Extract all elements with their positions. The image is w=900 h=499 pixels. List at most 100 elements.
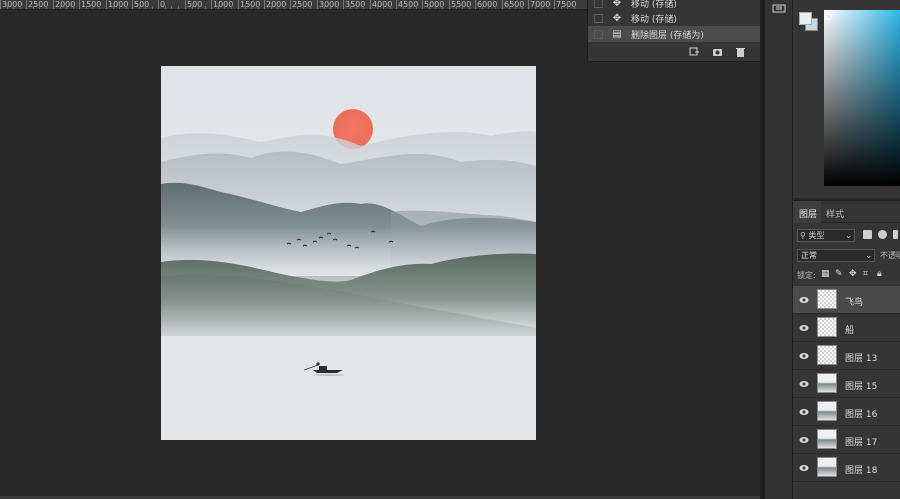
ruler-minor-tick bbox=[495, 6, 496, 9]
ruler-minor-tick bbox=[303, 6, 304, 9]
layer-row[interactable]: 图层 13 bbox=[793, 342, 900, 370]
ruler-minor-tick bbox=[145, 6, 146, 9]
history-panel: ✥ 移动 (存储) ✥ 移动 (存储) ▤ 删除图层 (存储为) bbox=[587, 0, 761, 62]
horizontal-ruler: 3000 2500 2000 1500 1000 500 0 500 1000 1500 2000 2… bbox=[0, 0, 587, 10]
ruler-minor-tick bbox=[178, 6, 179, 9]
ruler-minor-tick bbox=[482, 6, 483, 9]
ruler-minor-tick bbox=[66, 6, 67, 9]
ruler-label: 6500 bbox=[504, 0, 525, 9]
history-item[interactable]: ✥ 移动 (存储) bbox=[588, 10, 761, 26]
lock-position-icon[interactable]: ✥ bbox=[849, 270, 858, 279]
ruler-label: 3000 bbox=[319, 0, 340, 9]
ruler-minor-tick bbox=[245, 6, 246, 9]
color-picker-cursor[interactable] bbox=[825, 13, 832, 20]
ruler-minor-tick bbox=[350, 6, 351, 9]
history-checkbox[interactable] bbox=[594, 0, 603, 8]
visibility-eye-icon[interactable] bbox=[799, 352, 809, 360]
layer-filter-icons bbox=[863, 230, 898, 239]
ruler-minor-tick bbox=[488, 6, 489, 9]
ruler-minor-tick bbox=[46, 6, 47, 9]
color-panel bbox=[793, 0, 900, 198]
layer-thumbnail bbox=[817, 345, 837, 365]
ruler-minor-tick bbox=[522, 6, 523, 9]
artboard-lock-icon[interactable]: ⌗ bbox=[863, 270, 872, 279]
document-canvas[interactable] bbox=[161, 66, 536, 440]
layer-row[interactable]: 船 bbox=[793, 314, 900, 342]
ruler-minor-tick bbox=[462, 6, 463, 9]
move-icon: ✥ bbox=[612, 0, 622, 9]
ink-landscape-illustration bbox=[161, 66, 536, 440]
ruler-minor-tick bbox=[171, 6, 172, 9]
ruler-label: 1000 bbox=[213, 0, 234, 9]
ruler-minor-tick bbox=[284, 6, 285, 9]
history-item-active[interactable]: ▤ 删除图层 (存储为) bbox=[588, 26, 761, 42]
color-picker-field[interactable] bbox=[824, 10, 900, 186]
trash-icon[interactable] bbox=[735, 47, 746, 57]
layer-row[interactable]: 飞鸟 bbox=[793, 286, 900, 314]
layer-row[interactable]: 图层 17 bbox=[793, 426, 900, 454]
ruler-minor-tick bbox=[356, 6, 357, 9]
layer-filter-select[interactable]: ⚲ 类型 ⌄ bbox=[797, 229, 855, 242]
tab-styles[interactable]: 样式 bbox=[826, 207, 844, 220]
layer-row[interactable]: 图层 18 bbox=[793, 454, 900, 482]
camera-icon[interactable] bbox=[712, 47, 723, 57]
ruler-label: 1500 bbox=[81, 0, 102, 9]
ruler-minor-tick bbox=[574, 6, 575, 9]
ruler-minor-tick bbox=[60, 6, 61, 9]
ruler-minor-tick bbox=[383, 6, 384, 9]
ruler-minor-tick bbox=[541, 6, 542, 9]
visibility-eye-icon[interactable] bbox=[799, 464, 809, 472]
visibility-eye-icon[interactable] bbox=[799, 436, 809, 444]
blend-mode-select[interactable]: 正常 ⌄ bbox=[797, 249, 875, 262]
ruler-minor-tick bbox=[429, 6, 430, 9]
tab-layers[interactable]: 图层 bbox=[799, 207, 817, 220]
ruler-minor-tick bbox=[377, 6, 378, 9]
ruler-minor-tick bbox=[271, 6, 272, 9]
ruler-minor-tick bbox=[152, 6, 153, 9]
ruler-label: 1000 bbox=[108, 0, 129, 9]
image-filter-icon[interactable] bbox=[863, 230, 872, 239]
ruler-minor-tick bbox=[363, 6, 364, 9]
adjustment-filter-icon[interactable] bbox=[878, 230, 887, 239]
chevron-down-icon: ⌄ bbox=[845, 231, 852, 240]
visibility-eye-icon[interactable] bbox=[799, 296, 809, 304]
lock-image-pixels-icon[interactable]: ✎ bbox=[835, 270, 844, 279]
ruler-minor-tick bbox=[39, 6, 40, 9]
layer-row[interactable]: 图层 16 bbox=[793, 398, 900, 426]
ruler-minor-tick bbox=[561, 6, 562, 9]
document-icon: ▤ bbox=[612, 28, 622, 40]
ruler-minor-tick bbox=[297, 6, 298, 9]
history-panel-icon[interactable] bbox=[772, 4, 786, 13]
ruler-minor-tick bbox=[7, 6, 8, 9]
history-checkbox[interactable] bbox=[594, 29, 603, 39]
ruler-label: 2000 bbox=[266, 0, 287, 9]
lock-all-icon[interactable]: 🔒︎ bbox=[877, 270, 886, 279]
layer-thumbnail bbox=[817, 289, 837, 309]
type-filter-icon[interactable] bbox=[893, 230, 898, 239]
ruler-minor-tick bbox=[435, 6, 436, 9]
ruler-minor-tick bbox=[139, 6, 140, 9]
visibility-eye-icon[interactable] bbox=[799, 380, 809, 388]
ruler-minor-tick bbox=[416, 6, 417, 9]
ruler-minor-tick bbox=[409, 6, 410, 9]
layer-thumbnail bbox=[817, 401, 837, 421]
layer-thumbnail bbox=[817, 317, 837, 337]
visibility-eye-icon[interactable] bbox=[799, 324, 809, 332]
ruler-minor-tick bbox=[403, 6, 404, 9]
ruler-minor-tick bbox=[198, 6, 199, 9]
lock-icons: ▦ ✎ ✥ ⌗ 🔒︎ bbox=[821, 270, 886, 279]
ruler-minor-tick bbox=[224, 6, 225, 9]
ruler-minor-tick bbox=[258, 6, 259, 9]
lock-transparent-pixels-icon[interactable]: ▦ bbox=[821, 270, 830, 279]
layers-panel-tabs: 图层 样式 bbox=[793, 201, 900, 223]
ruler-label: 4500 bbox=[398, 0, 419, 9]
ruler-label: 3500 bbox=[345, 0, 366, 9]
layer-row[interactable]: 图层 15 bbox=[793, 370, 900, 398]
ruler-minor-tick bbox=[165, 6, 166, 9]
ruler-minor-tick bbox=[515, 6, 516, 9]
new-document-from-state-icon[interactable] bbox=[689, 47, 700, 57]
visibility-eye-icon[interactable] bbox=[799, 408, 809, 416]
history-checkbox[interactable] bbox=[594, 13, 603, 23]
ruler-label: 500 bbox=[134, 0, 150, 9]
foreground-color-swatch[interactable] bbox=[799, 12, 812, 25]
